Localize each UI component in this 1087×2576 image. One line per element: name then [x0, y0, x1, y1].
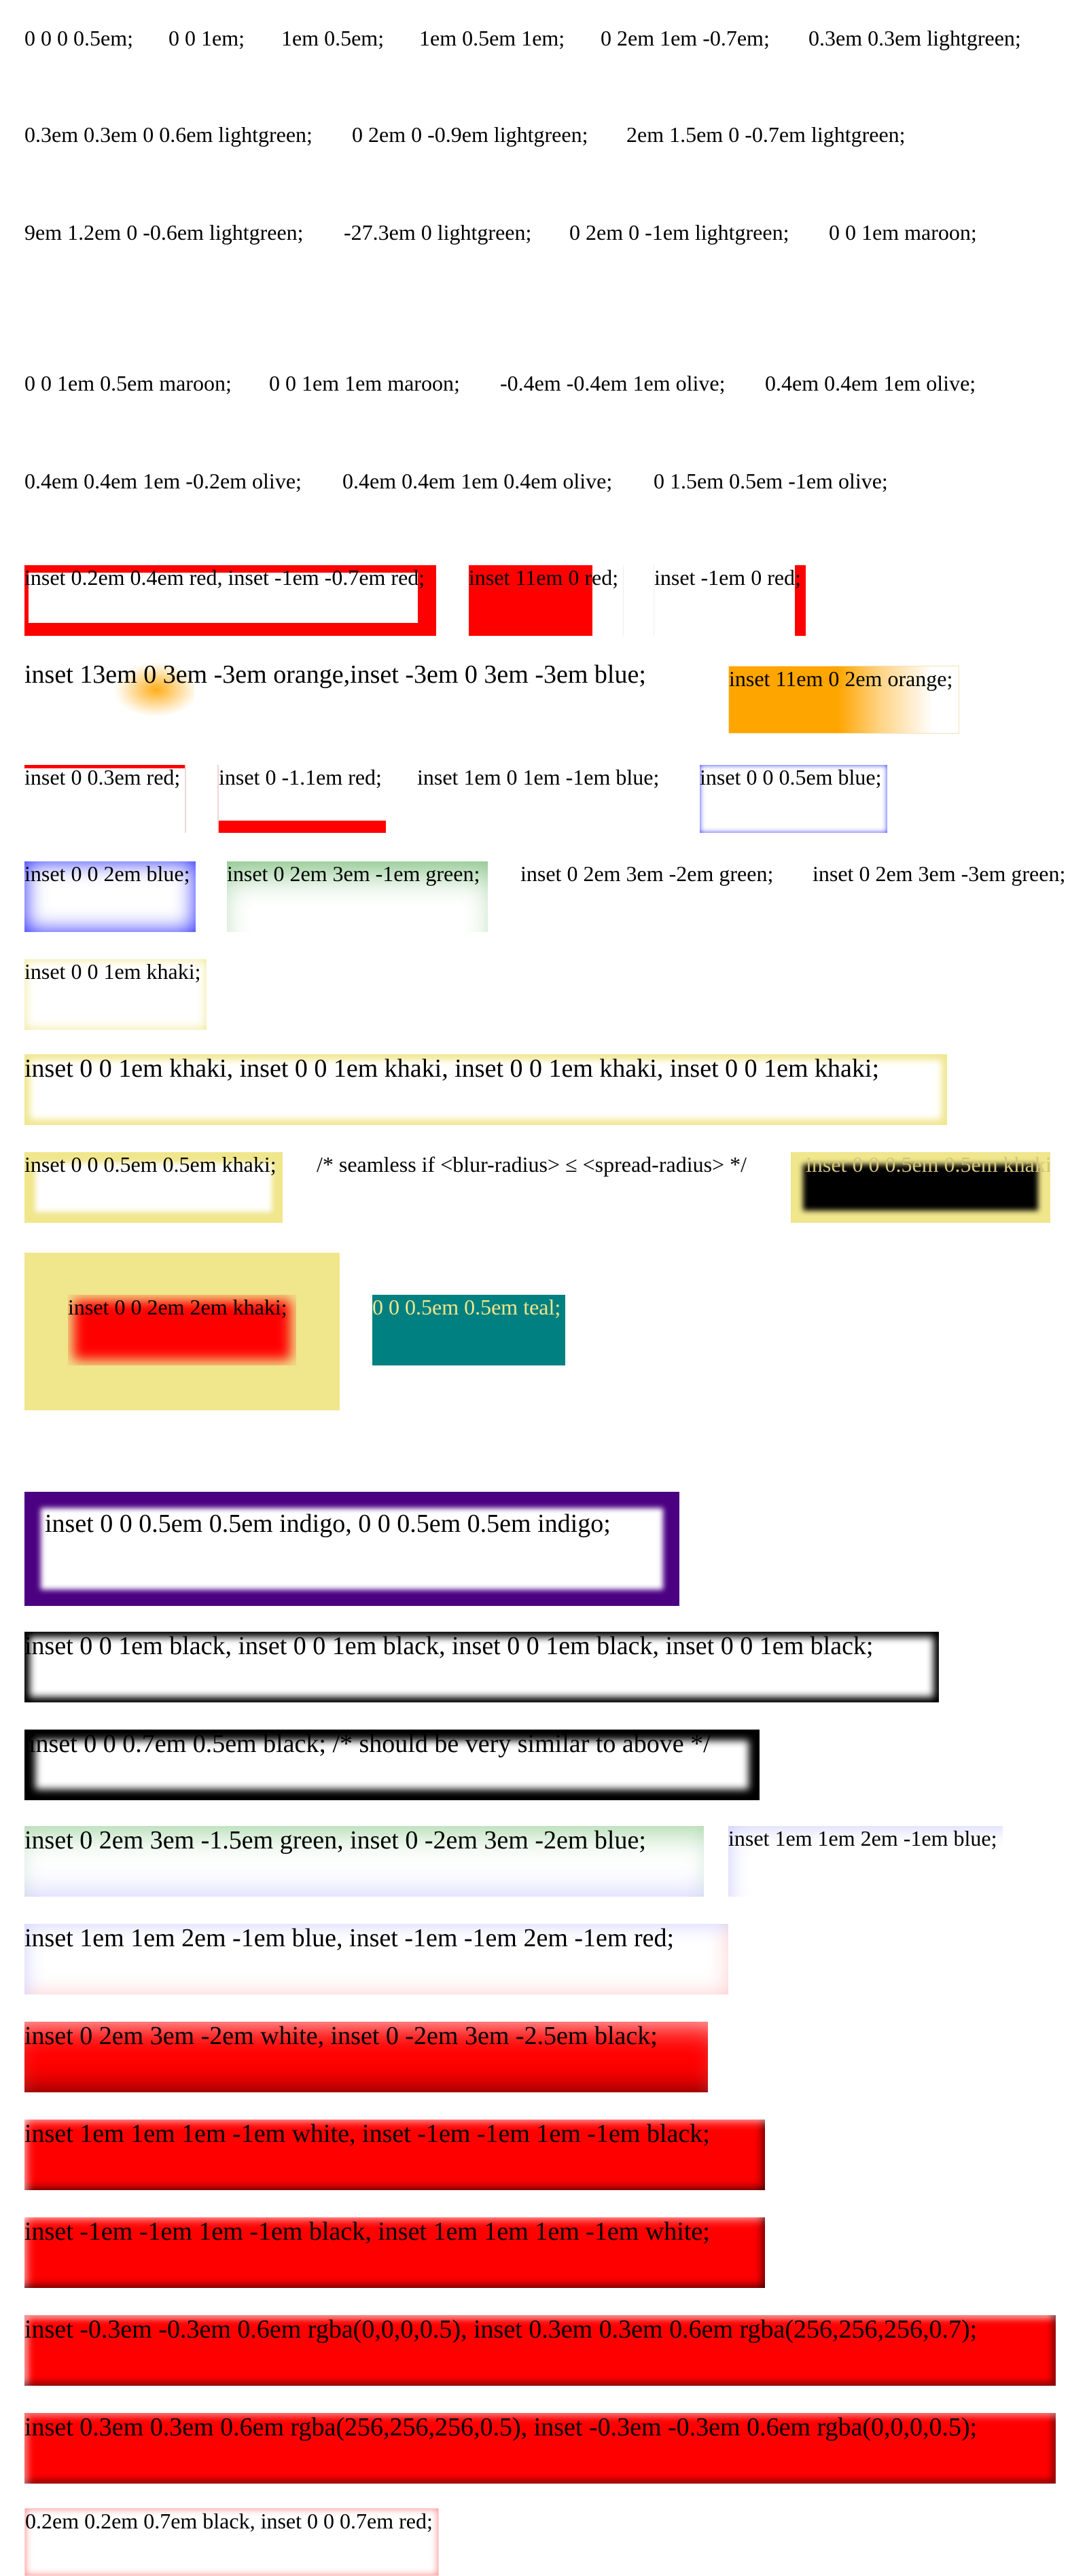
row-outset-3: 9em 1.2em 0 -0.6em lightgreen; -27.3em 0… [0, 220, 1087, 288]
demo-box: inset 0 0.3em red; [24, 765, 186, 833]
label: inset 0 0.3em red; [24, 765, 181, 789]
demo-box: inset 0 2em 3em -1.5em green, inset 0 -2… [24, 1826, 704, 1897]
label: inset 0 2em 3em -1.5em green, inset 0 -2… [24, 1826, 646, 1855]
demo-box: inset -0.3em -0.3em 0.6em rgba(0,0,0,0.5… [24, 2315, 1056, 2386]
label: inset 0 0 0.5em 0.5em indigo, 0 0 0.5em … [45, 1509, 611, 1538]
demo-box-outer: inset 0 0 2em 2em khaki; [24, 1253, 340, 1410]
demo-box: 0 0 0.5em 0.5em teal; [372, 1295, 565, 1365]
label: 0 0 1em 1em maroon; [269, 371, 460, 395]
label: inset 0.3em 0.3em 0.6em rgba(256,256,256… [24, 2413, 978, 2441]
demo-box: 0.2em 0.2em 0.7em black, inset 0 0 0.7em… [24, 2508, 439, 2576]
label: 0.4em 0.4em 1em olive; [765, 371, 976, 395]
demo-box: inset 0 0 1em khaki; [24, 959, 207, 1030]
label: 2em 1.5em 0 -0.7em lightgreen; [626, 122, 906, 147]
label: inset 11em 0 red; [469, 565, 619, 590]
label: inset 1em 1em 1em -1em white, inset -1em… [24, 2119, 710, 2148]
demo-box: inset 0 -1.1em red; [217, 765, 386, 833]
demo-box: inset 0 2em 3em -2em green; [520, 861, 792, 932]
label: inset -1em 0 red; [654, 565, 801, 590]
label: inset 11em 0 2em orange; [729, 666, 953, 691]
label: 0.3em 0.3em lightgreen; [808, 26, 1021, 50]
label: inset -0.3em -0.3em 0.6em rgba(0,0,0,0.5… [24, 2315, 978, 2344]
demo-box: inset 0.2em 0.4em red, inset -1em -0.7em… [24, 565, 436, 636]
label: inset 0 2em 3em -2em green; [520, 861, 774, 886]
label: 9em 1.2em 0 -0.6em lightgreen; [24, 220, 304, 245]
label: 0 0 1em maroon; [829, 220, 977, 245]
demo-box: inset 0 2em 3em -3em green; [813, 861, 1084, 932]
label: inset 0 0 2em 2em khaki; [68, 1295, 287, 1319]
label: 0.3em 0.3em 0 0.6em lightgreen; [24, 122, 313, 147]
label: 0 0 0.5em 0.5em teal; [372, 1295, 561, 1319]
demo-box: inset 0 2em 3em -1em green; [227, 861, 488, 932]
demo-box: inset 0 0 0.5em blue; [700, 765, 887, 833]
label: inset 0 -1.1em red; [219, 765, 382, 789]
label: -27.3em 0 lightgreen; [344, 220, 532, 245]
row-outset-5: 0.4em 0.4em 1em -0.2em olive; 0.4em 0.4e… [0, 469, 1087, 537]
label: inset 0 0 0.5em 0.5em khaki; [24, 1152, 277, 1177]
label: 0.4em 0.4em 1em -0.2em olive; [24, 469, 302, 493]
label: inset 1em 1em 2em -1em blue, inset -1em … [24, 1924, 675, 1952]
label: inset 0 2em 3em -1em green; [227, 861, 480, 886]
demo-box: inset 0.3em 0.3em 0.6em rgba(256,256,256… [24, 2413, 1056, 2484]
label: 0 2em 0 -1em lightgreen; [569, 220, 789, 245]
label: inset 0 2em 3em -3em green; [813, 861, 1066, 886]
demo-box: inset 11em 0 red; [469, 565, 624, 636]
label: inset -1em -1em 1em -1em black, inset 1e… [24, 2217, 710, 2246]
page: { "rows": [ ["0 0 0 0.5em;", "0 0 1em;",… [0, 0, 1087, 2576]
label: 0.4em 0.4em 1em 0.4em olive; [342, 469, 613, 493]
label: 1em 0.5em 1em; [419, 26, 565, 50]
demo-box: inset 0 0 0.5em 0.5em khaki [791, 1152, 1050, 1223]
label: inset 0 0 0.7em 0.5em black; /* should b… [29, 1730, 711, 1758]
demo-box: inset 0 0 1em khaki, inset 0 0 1em khaki… [24, 1054, 947, 1125]
row-outset-1: 0 0 0 0.5em; 0 0 1em; 1em 0.5em; 1em 0.5… [0, 26, 1087, 94]
demo-box: inset 1em 1em 1em -1em white, inset -1em… [24, 2119, 765, 2190]
label: inset 0 0 1em khaki; [24, 959, 201, 984]
demo-box: inset -1em 0 red; [654, 565, 806, 636]
label: 1em 0.5em; [281, 26, 385, 50]
row-outset-4: 0 0 1em 0.5em maroon; 0 0 1em 1em maroon… [0, 371, 1087, 439]
demo-box: inset 0 0 2em blue; [24, 861, 196, 932]
label: 0 0 0 0.5em; [24, 26, 133, 50]
demo-box: inset 1em 1em 2em -1em blue, inset -1em … [24, 1924, 728, 1994]
label: /* seamless if <blur-radius> ≤ <spread-r… [317, 1152, 747, 1177]
label: inset 0 0 0.5em 0.5em khaki [806, 1152, 1050, 1177]
label: inset 0 2em 3em -2em white, inset 0 -2em… [24, 2022, 658, 2050]
demo-box: inset 0 2em 3em -2em white, inset 0 -2em… [24, 2022, 708, 2092]
demo-box: inset 0 0 0.7em 0.5em black; /* should b… [24, 1730, 760, 1800]
demo-box: inset 0 0 1em black, inset 0 0 1em black… [24, 1632, 939, 1702]
label: inset 0 0 2em blue; [24, 861, 190, 886]
label: 0.2em 0.2em 0.7em black, inset 0 0 0.7em… [25, 2509, 433, 2533]
label: -0.4em -0.4em 1em olive; [500, 371, 726, 395]
demo-box: inset 13em 0 3em -3em orange,inset -3em … [24, 660, 704, 734]
demo-box: inset 11em 0 2em orange; [728, 666, 959, 734]
row-outset-2: 0.3em 0.3em 0 0.6em lightgreen; 0 2em 0 … [0, 122, 1087, 190]
label: inset 1em 0 1em -1em blue; [417, 765, 660, 789]
label: inset 1em 1em 2em -1em blue; [728, 1826, 997, 1850]
label: 0 2em 0 -0.9em lightgreen; [352, 122, 588, 147]
label: 0 1.5em 0.5em -1em olive; [654, 469, 888, 493]
label: inset 0.2em 0.4em red, inset -1em -0.7em… [24, 565, 425, 590]
label: 0 0 1em 0.5em maroon; [24, 371, 232, 395]
label: inset 0 0 1em khaki, inset 0 0 1em khaki… [24, 1054, 880, 1083]
label: 0 0 1em; [168, 26, 245, 50]
demo-box: inset 1em 1em 2em -1em blue; [728, 1826, 1003, 1897]
demo-box: inset 0 0 0.5em 0.5em khaki; [24, 1152, 283, 1223]
label: inset 0 0 1em black, inset 0 0 1em black… [24, 1632, 874, 1660]
demo-box: inset 0 0 2em 2em khaki; [68, 1295, 296, 1365]
demo-box: inset -1em -1em 1em -1em black, inset 1e… [24, 2217, 765, 2288]
label: 0 2em 1em -0.7em; [601, 26, 770, 50]
demo-box: inset 0 0 0.5em 0.5em indigo, 0 0 0.5em … [24, 1492, 679, 1606]
demo-box: inset 1em 0 1em -1em blue; [417, 765, 682, 833]
label: inset 13em 0 3em -3em orange,inset -3em … [24, 660, 646, 689]
comment: /* seamless if <blur-radius> ≤ <spread-r… [317, 1152, 779, 1223]
label: inset 0 0 0.5em blue; [700, 765, 882, 789]
